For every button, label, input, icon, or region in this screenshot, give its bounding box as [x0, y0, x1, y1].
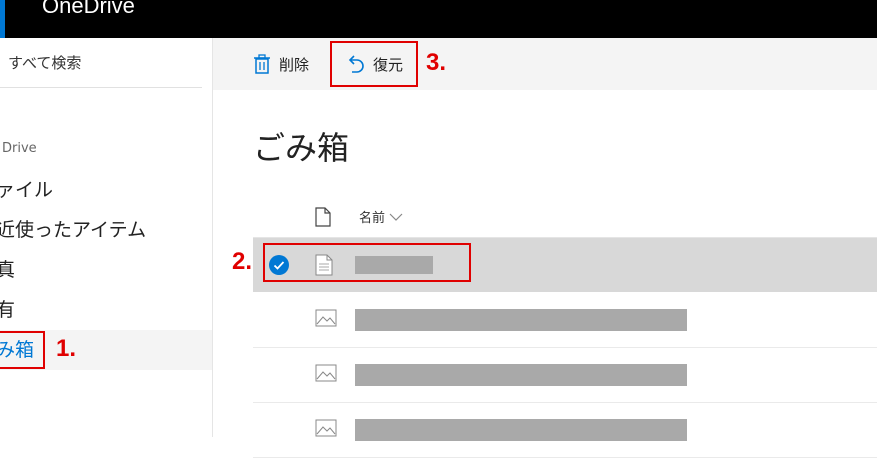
app-title[interactable]: OneDrive [42, 0, 135, 19]
sidebar: すべて検索 Drive ァイル 近使ったアイテム 真 有 み箱 [0, 38, 213, 437]
redacted-file-name [355, 309, 687, 331]
list-item[interactable] [253, 293, 877, 348]
search-all-link[interactable]: すべて検索 [8, 52, 81, 73]
name-column-label: 名前 [359, 211, 386, 226]
redacted-file-name [355, 419, 687, 441]
file-type-column-icon[interactable] [315, 207, 331, 227]
trash-icon [254, 54, 270, 74]
chevron-down-icon [389, 213, 403, 221]
sidebar-item-label: 近使ったアイテム [0, 219, 147, 241]
redacted-file-name [355, 364, 687, 386]
list-header: 名前 [253, 195, 877, 238]
image-file-icon [315, 309, 337, 327]
sidebar-item-shared[interactable]: 有 [0, 290, 212, 330]
sidebar-section-label: Drive [2, 141, 37, 156]
app-launcher-accent[interactable] [0, 0, 5, 38]
list-item[interactable] [253, 403, 877, 458]
sidebar-item-label: ァイル [0, 179, 54, 201]
sidebar-item-label: 真 [0, 259, 16, 281]
delete-label: 削除 [279, 55, 310, 74]
annotation-box-selected-item [263, 243, 471, 282]
sidebar-item-files[interactable]: ァイル [0, 170, 212, 210]
annotation-step-2: 2. [232, 248, 253, 275]
name-column-header[interactable]: 名前 [359, 207, 403, 226]
sidebar-item-label: 有 [0, 299, 16, 321]
list-item[interactable] [253, 348, 877, 403]
annotation-box-restore [330, 41, 418, 87]
annotation-step-1: 1. [56, 335, 77, 362]
sidebar-divider [0, 87, 202, 88]
command-bar: 削除 復元 [213, 38, 877, 90]
delete-button[interactable]: 削除 [253, 38, 309, 90]
annotation-box-recycle-bin [0, 331, 45, 369]
sidebar-item-photos[interactable]: 真 [0, 250, 212, 290]
annotation-step-3: 3. [426, 49, 447, 76]
image-file-icon [315, 364, 337, 382]
sidebar-item-recent[interactable]: 近使ったアイテム [0, 210, 212, 250]
top-bar: OneDrive [0, 0, 877, 38]
page-title: ごみ箱 [253, 129, 350, 167]
image-file-icon [315, 419, 337, 437]
